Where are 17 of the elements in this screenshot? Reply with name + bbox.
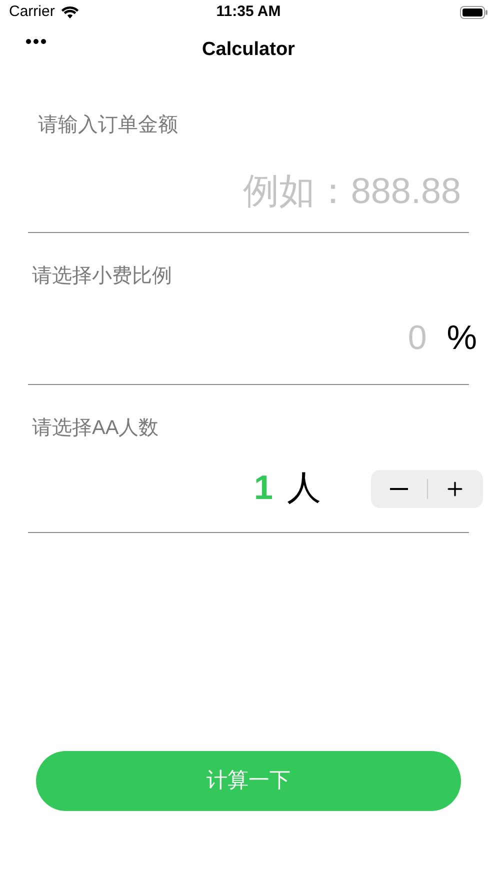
calculate-button[interactable]: 计算一下 bbox=[36, 751, 461, 811]
minus-icon bbox=[390, 488, 408, 490]
carrier-label: Carrier bbox=[9, 2, 55, 22]
more-button[interactable] bbox=[24, 37, 48, 46]
percent-unit: % bbox=[446, 318, 477, 359]
more-icon bbox=[26, 39, 46, 44]
status-time: 11:35 AM bbox=[216, 2, 281, 22]
tip-value: 0 bbox=[408, 318, 427, 359]
tip-label: 请选择小费比例 bbox=[31, 264, 173, 289]
battery-icon bbox=[460, 6, 488, 19]
split-label: 请选择AA人数 bbox=[31, 416, 160, 441]
people-unit: 人 bbox=[286, 468, 321, 509]
people-count: 1 bbox=[254, 468, 273, 509]
amount-label: 请输入订单金额 bbox=[37, 113, 179, 138]
nav-title: Calculator bbox=[202, 38, 295, 62]
amount-field[interactable]: 例如：888.88 bbox=[28, 164, 469, 218]
wifi-icon bbox=[60, 6, 79, 19]
